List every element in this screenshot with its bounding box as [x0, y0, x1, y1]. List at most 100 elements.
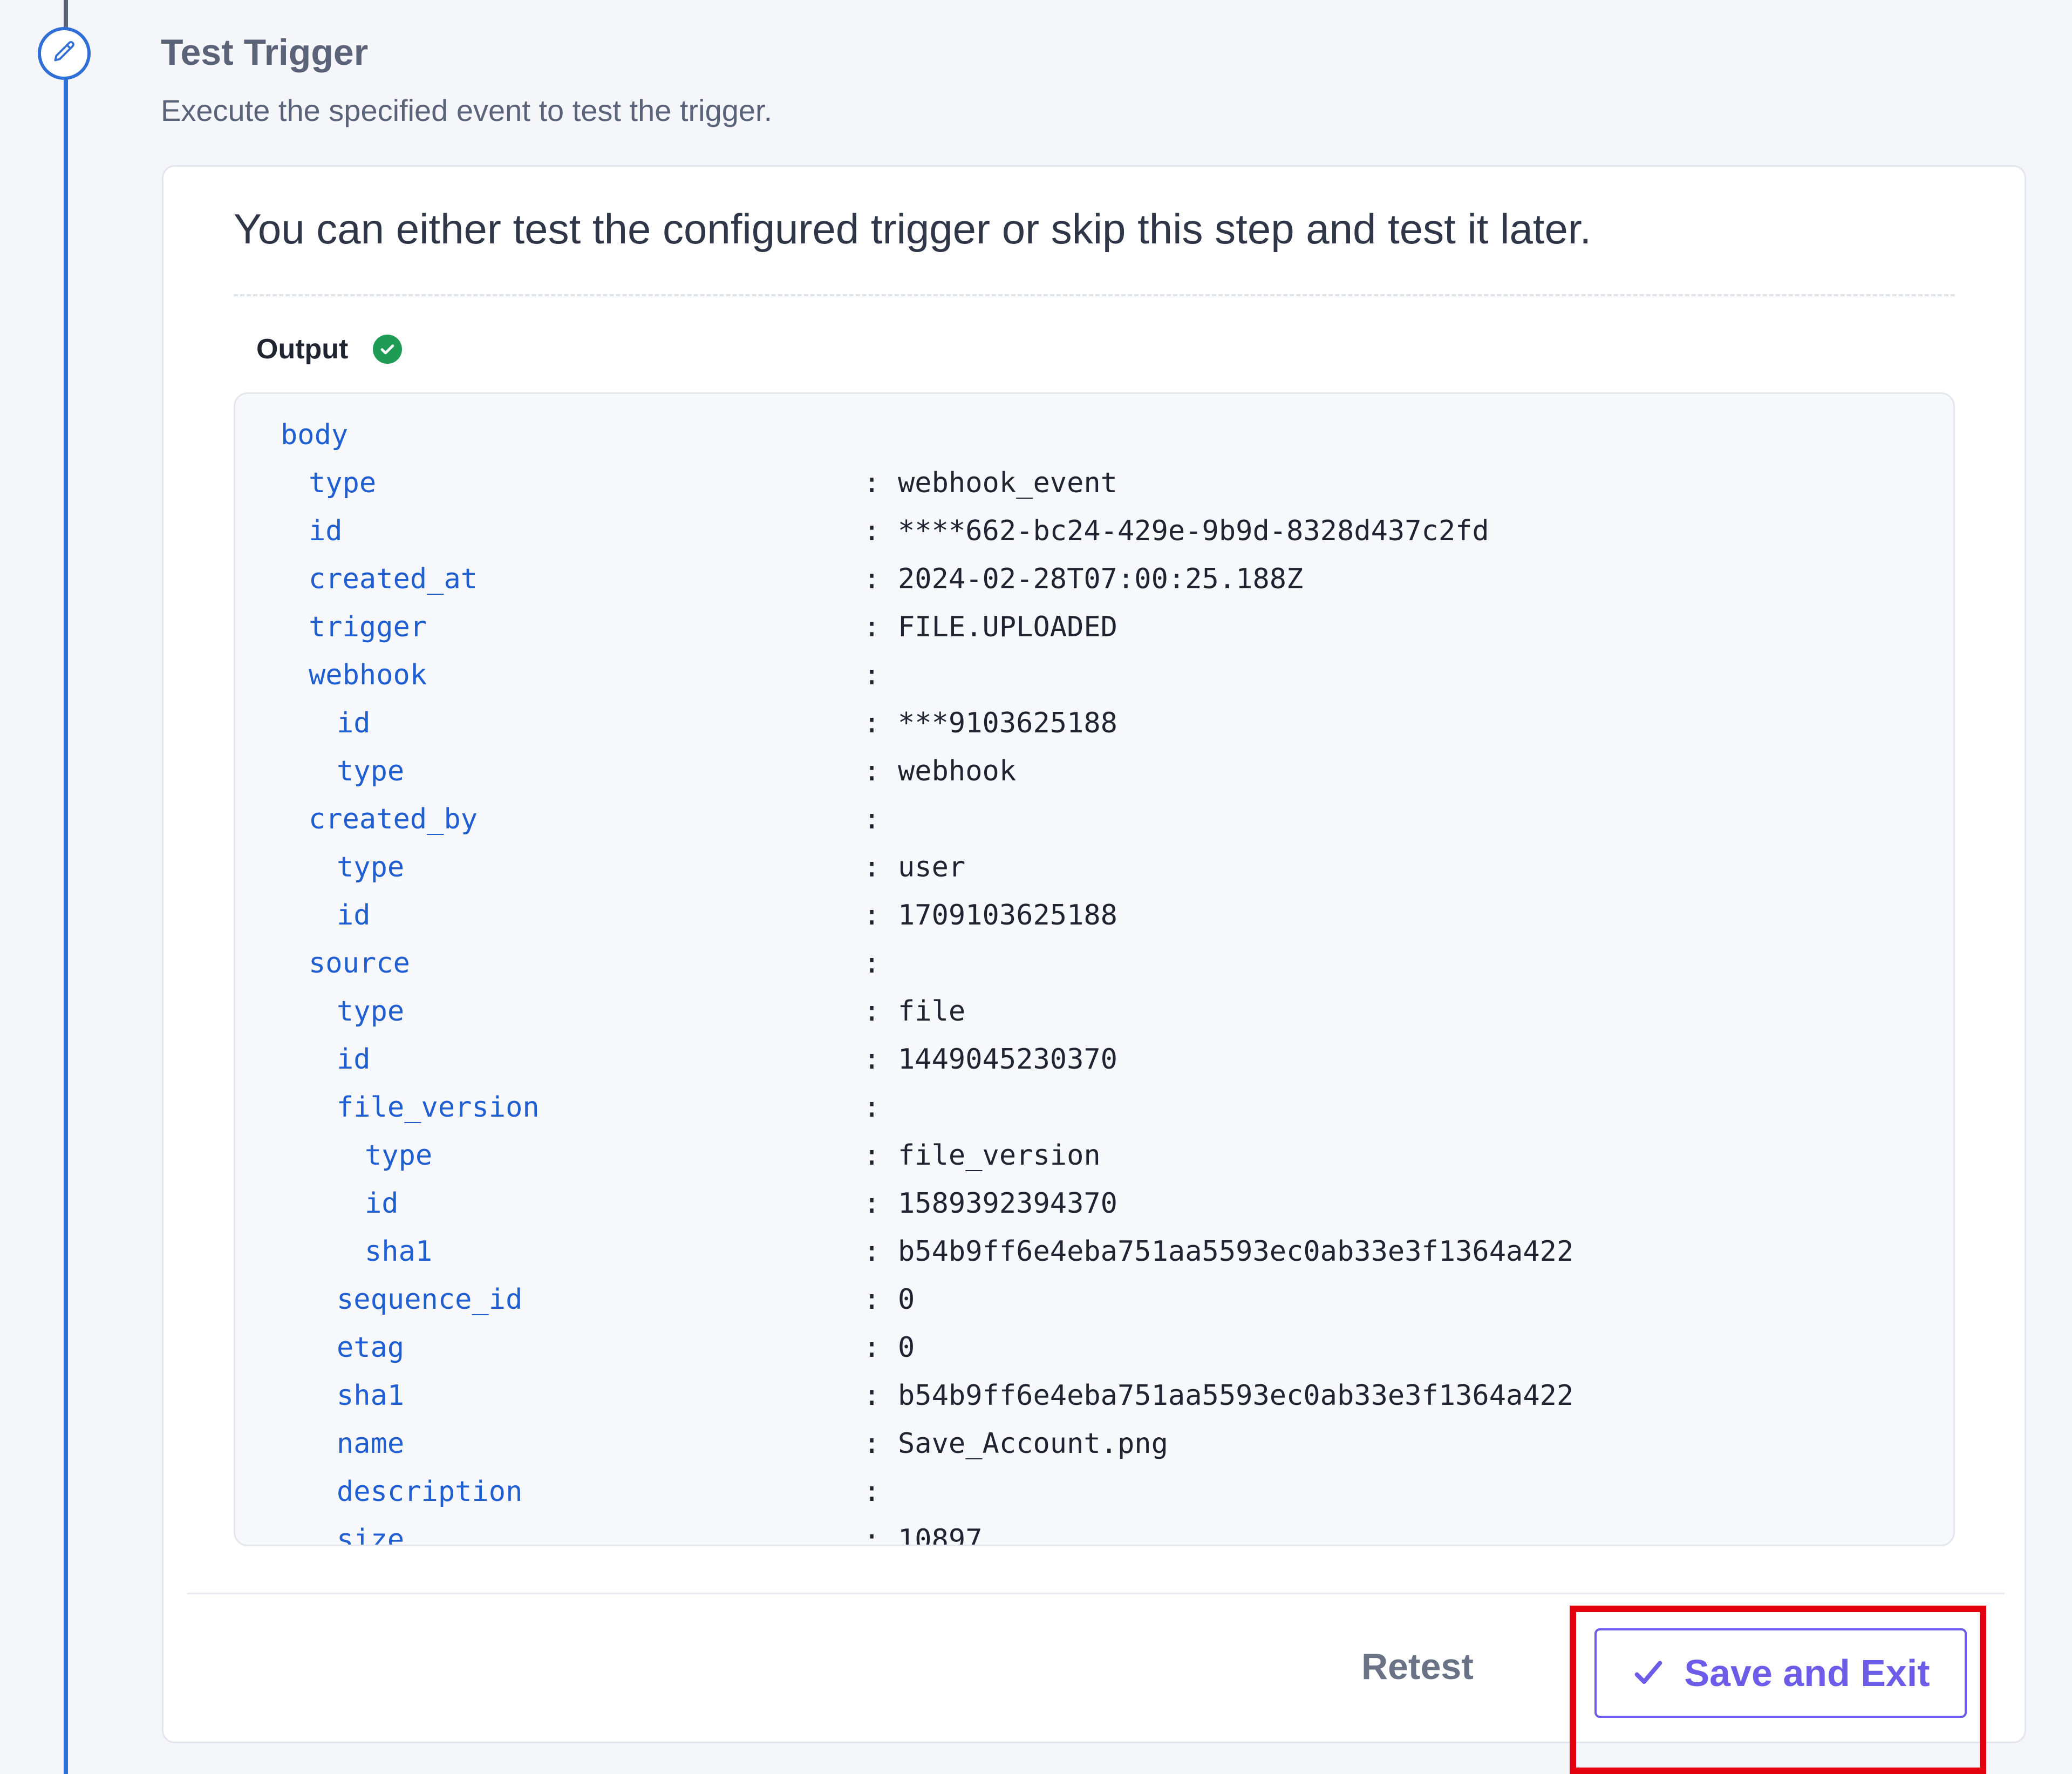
timeline-line [64, 0, 68, 1774]
output-row-separator: : [863, 1091, 881, 1124]
output-row-value: b54b9ff6e4eba751aa5593ec0ab33e3f1364a422 [898, 1379, 1574, 1412]
output-row-value: 1449045230370 [898, 1043, 1117, 1076]
output-row: sequence_id:0 [235, 1283, 1854, 1331]
output-row: size:10897 [235, 1524, 1854, 1546]
output-row-separator: : [863, 1379, 881, 1412]
output-row-value: 2024-02-28T07:00:25.188Z [898, 563, 1304, 595]
output-row-key: body [281, 419, 349, 451]
output-row: id:1709103625188 [235, 899, 1854, 947]
output-row-separator: : [863, 1235, 881, 1268]
output-row-value: FILE.UPLOADED [898, 611, 1117, 643]
output-row: id: ****662-bc24-429e-9b9d-8328d437c2fd [235, 515, 1854, 563]
step-title: Test Trigger [161, 32, 369, 73]
output-row-separator: : [863, 803, 881, 835]
output-row-value: 1589392394370 [898, 1187, 1117, 1220]
output-rows: body type: webhook_event id: ****662-bc24-42… [235, 394, 1953, 1545]
output-row: name: Save_Account.png [235, 1428, 1854, 1476]
output-row-value: ****662-bc24-429e-9b9d-8328d437c2fd [898, 515, 1489, 547]
output-row-key: sha1 [365, 1235, 433, 1268]
output-row-key: type [337, 755, 405, 787]
output-row-key: type [309, 467, 377, 499]
output-row-value: ***9103625188 [898, 707, 1117, 739]
output-row-separator: : [863, 947, 881, 980]
card-intro-text: You can either test the configured trigg… [234, 205, 1592, 253]
save-and-exit-button[interactable]: Save and Exit [1594, 1628, 1967, 1718]
output-row-key: type [365, 1139, 433, 1172]
output-row-separator: : [863, 515, 881, 547]
save-and-exit-label: Save and Exit [1684, 1652, 1930, 1694]
output-row-value: webhook [898, 755, 1017, 787]
step-indicator [38, 27, 91, 80]
output-row-separator: : [863, 707, 881, 739]
output-row: body [235, 419, 1854, 467]
output-row-separator: : [863, 899, 881, 932]
output-row: id:1449045230370 [235, 1043, 1854, 1091]
output-row-value: 1709103625188 [898, 899, 1117, 932]
output-row-separator: : [863, 1476, 881, 1508]
output-row-separator: : [863, 1428, 881, 1460]
checkmark-icon [1631, 1656, 1666, 1690]
output-row-key: created_at [309, 563, 478, 595]
output-row: id: ***9103625188 [235, 707, 1854, 755]
output-row: created_by: [235, 803, 1854, 851]
output-row-separator: : [863, 1043, 881, 1076]
output-row-value: 10897 [898, 1524, 983, 1546]
output-row: sha1: b54b9ff6e4eba751aa5593ec0ab33e3f136… [235, 1379, 1854, 1428]
output-row: type: user [235, 851, 1854, 899]
output-row: etag:0 [235, 1331, 1854, 1379]
output-row-separator: : [863, 1524, 881, 1546]
output-row-key: sha1 [337, 1379, 405, 1412]
output-row: trigger: FILE.UPLOADED [235, 611, 1854, 659]
output-row-key: id [365, 1187, 399, 1220]
output-label: Output [256, 334, 349, 365]
output-row-key: description [337, 1476, 523, 1508]
output-row-key: id [337, 707, 371, 739]
output-row-separator: : [863, 611, 881, 643]
output-row: description: [235, 1476, 1854, 1524]
output-row-separator: : [863, 1187, 881, 1220]
output-row-key: source [309, 947, 410, 980]
output-row-key: etag [337, 1331, 405, 1364]
output-viewer[interactable]: body type: webhook_event id: ****662-bc24-42… [234, 392, 1955, 1546]
output-row-separator: : [863, 995, 881, 1028]
retest-button[interactable]: Retest [1361, 1627, 1474, 1706]
timeline-line-previous [64, 0, 68, 27]
output-row-separator: : [863, 851, 881, 883]
output-row-separator: : [863, 755, 881, 787]
output-row-value: 0 [898, 1283, 915, 1316]
output-row-value: Save_Account.png [898, 1428, 1168, 1460]
output-row-key: id [309, 515, 343, 547]
output-row: type: file_version [235, 1139, 1854, 1187]
output-row-value: 0 [898, 1331, 915, 1364]
output-header: Output [256, 333, 403, 365]
output-row-key: type [337, 851, 405, 883]
output-row-separator: : [863, 1283, 881, 1316]
output-row-value: user [898, 851, 966, 883]
output-row: file_version: [235, 1091, 1854, 1139]
output-row-key: name [337, 1428, 405, 1460]
output-row-key: file_version [337, 1091, 540, 1124]
output-row-value: b54b9ff6e4eba751aa5593ec0ab33e3f1364a422 [898, 1235, 1574, 1268]
output-row-separator: : [863, 659, 881, 691]
output-row: type: webhook [235, 755, 1854, 803]
output-row-key: size [337, 1524, 405, 1546]
output-row-separator: : [863, 1139, 881, 1172]
output-row-separator: : [863, 1331, 881, 1364]
output-row-key: id [337, 1043, 371, 1076]
footer-divider [187, 1593, 2005, 1594]
output-row-key: created_by [309, 803, 478, 835]
output-row-separator: : [863, 467, 881, 499]
output-row-value: webhook_event [898, 467, 1117, 499]
output-row: source: [235, 947, 1854, 995]
output-row-key: trigger [309, 611, 427, 643]
step-subtitle: Execute the specified event to test the … [161, 93, 773, 127]
card-divider [234, 294, 1955, 296]
output-row-value: file [898, 995, 966, 1028]
output-row-separator: : [863, 563, 881, 595]
check-circle-icon [373, 335, 403, 364]
output-row: type: file [235, 995, 1854, 1043]
output-row: webhook: [235, 659, 1854, 707]
pencil-icon [51, 39, 78, 69]
output-row: type: webhook_event [235, 467, 1854, 515]
output-row-key: id [337, 899, 371, 932]
